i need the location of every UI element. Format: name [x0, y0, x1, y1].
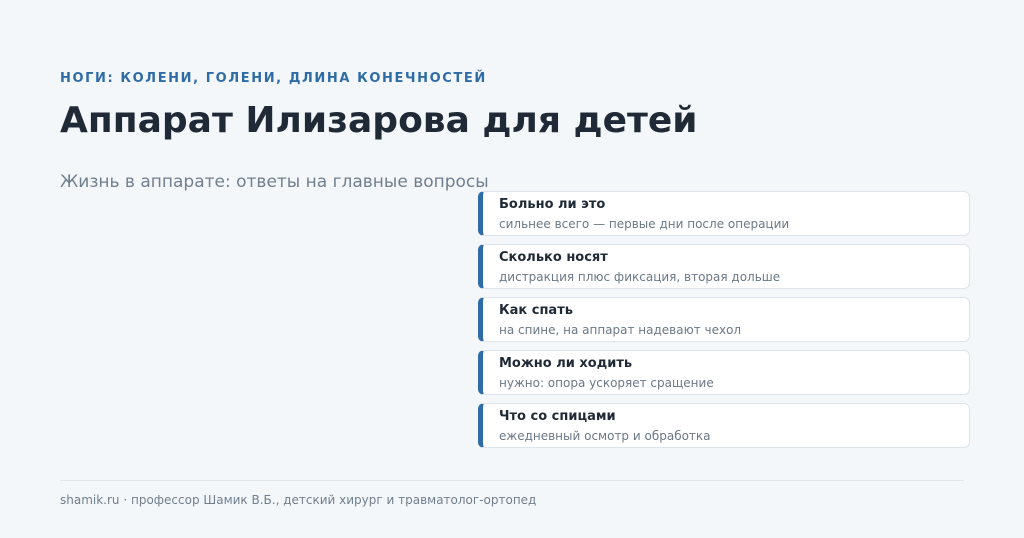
- page-subtitle: Жизнь в аппарате: ответы на главные вопр…: [60, 172, 489, 192]
- faq-card-description: на спине, на аппарат надевают чехол: [499, 323, 742, 337]
- faq-card-description: сильнее всего — первые дни после операци…: [499, 217, 790, 231]
- faq-card-description: дистракция плюс фиксация, вторая дольше: [499, 270, 781, 284]
- faq-card-title: Больно ли это: [499, 197, 606, 212]
- faq-card-description: нужно: опора ускоряет сращение: [499, 376, 714, 390]
- faq-card-pain: Больно ли это сильнее всего — первые дни…: [478, 191, 970, 236]
- faq-card-pins: Что со спицами ежедневный осмотр и обраб…: [478, 403, 970, 448]
- page-title: Аппарат Илизарова для детей: [60, 100, 698, 141]
- faq-card-duration: Сколько носят дистракция плюс фиксация, …: [478, 244, 970, 289]
- section-eyebrow: НОГИ: КОЛЕНИ, ГОЛЕНИ, ДЛИНА КОНЕЧНОСТЕЙ: [60, 71, 487, 86]
- faq-card-title: Можно ли ходить: [499, 356, 633, 371]
- faq-card-list: Больно ли это сильнее всего — первые дни…: [478, 191, 970, 456]
- faq-card-walking: Можно ли ходить нужно: опора ускоряет ср…: [478, 350, 970, 395]
- faq-card-title: Как спать: [499, 303, 573, 318]
- faq-card-sleep: Как спать на спине, на аппарат надевают …: [478, 297, 970, 342]
- footer-credit: shamik.ru · профессор Шамик В.Б., детски…: [60, 493, 537, 507]
- faq-card-description: ежедневный осмотр и обработка: [499, 429, 711, 443]
- footer-divider: [60, 480, 964, 481]
- faq-card-title: Сколько носят: [499, 250, 608, 265]
- faq-card-title: Что со спицами: [499, 409, 616, 424]
